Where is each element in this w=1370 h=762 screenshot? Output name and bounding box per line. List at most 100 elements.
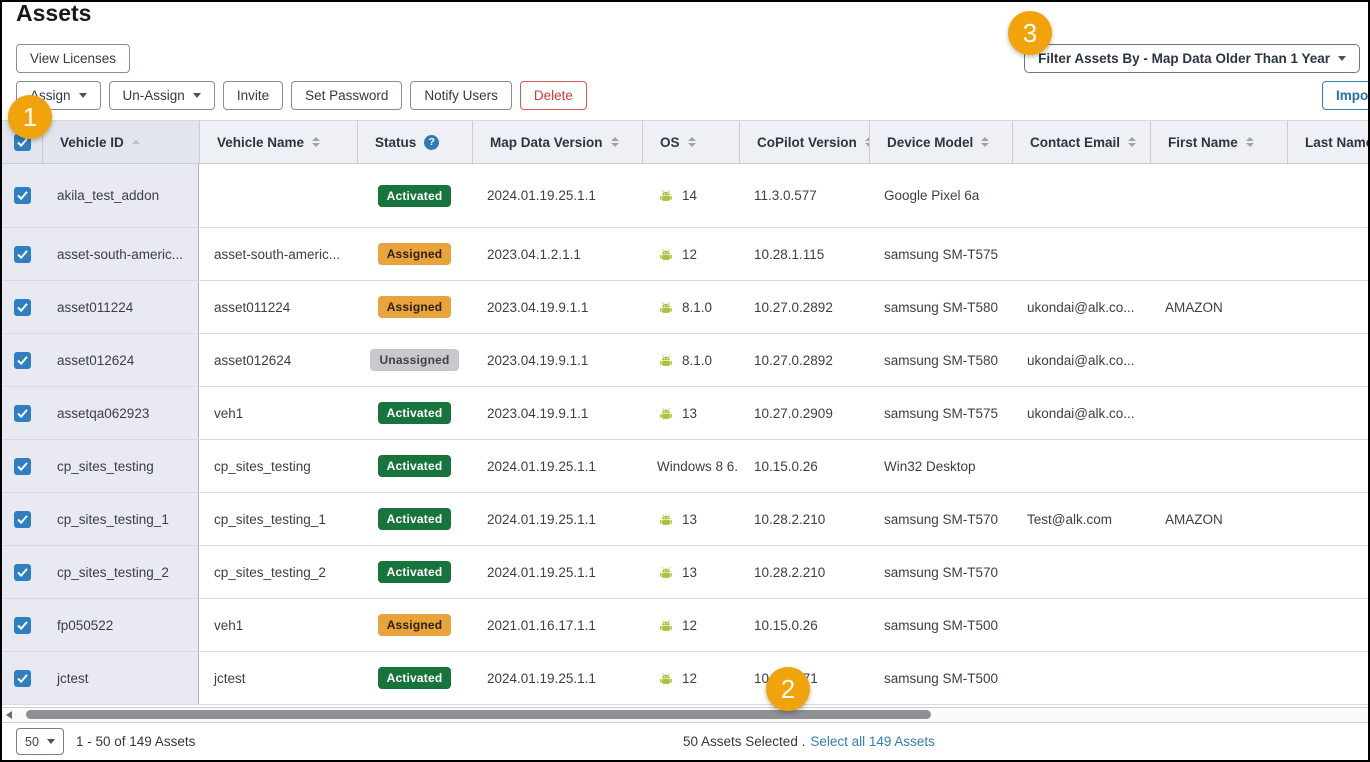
column-label: Contact Email — [1030, 135, 1120, 150]
column-header-device-model[interactable]: Device Model — [869, 121, 1012, 163]
first-name-value: AMAZON — [1165, 512, 1223, 527]
scrollbar-thumb[interactable] — [26, 710, 931, 719]
map-data-version-value: 2021.01.16.17.1.1 — [487, 618, 596, 633]
device-model-value: samsung SM-T500 — [884, 618, 998, 633]
copilot-version-cell: 10.15.0.26 — [739, 440, 869, 492]
android-icon — [657, 566, 675, 579]
view-licenses-button[interactable]: View Licenses — [16, 44, 130, 73]
column-header-last-name[interactable]: Last Name — [1287, 121, 1370, 163]
map-data-version-value: 2023.04.19.9.1.1 — [487, 406, 588, 421]
column-label: Device Model — [887, 135, 973, 150]
vehicle-id-cell: fp050522 — [42, 599, 199, 651]
column-header-copilot-version[interactable]: CoPilot Version — [739, 121, 869, 163]
map-data-version-value: 2023.04.19.9.1.1 — [487, 300, 588, 315]
map-data-version-value: 2023.04.19.9.1.1 — [487, 353, 588, 368]
vehicle-name-cell: veh1 — [199, 599, 357, 651]
invite-button[interactable]: Invite — [223, 81, 283, 110]
first-name-cell — [1150, 599, 1287, 651]
contact-email-value: ukondai@alk.co... — [1027, 406, 1135, 421]
status-cell: Activated — [357, 440, 472, 492]
table-row[interactable]: asset-south-americ... asset-south-americ… — [2, 228, 1368, 281]
map-data-version-cell: 2023.04.19.9.1.1 — [472, 281, 642, 333]
column-header-map-data-version[interactable]: Map Data Version — [472, 121, 642, 163]
copilot-version-cell: 10.28.2.210 — [739, 546, 869, 598]
column-header-vehicle-name[interactable]: Vehicle Name — [199, 121, 357, 163]
copilot-version-cell: 10.28.1.115 — [739, 228, 869, 280]
check-icon — [17, 674, 28, 683]
status-badge: Activated — [378, 185, 452, 207]
horizontal-scrollbar[interactable] — [2, 707, 1368, 723]
first-name-cell — [1150, 164, 1287, 227]
check-icon — [17, 250, 28, 259]
filter-assets-dropdown[interactable]: Filter Assets By - Map Data Older Than 1… — [1024, 44, 1360, 73]
last-name-cell — [1287, 652, 1370, 704]
status-badge: Activated — [378, 508, 452, 530]
set-password-button[interactable]: Set Password — [291, 81, 402, 110]
os-value: Windows 8 6. — [657, 459, 738, 474]
scroll-left-arrow-icon[interactable] — [6, 711, 12, 719]
os-cell: 13 — [642, 546, 739, 598]
row-checkbox[interactable] — [14, 246, 31, 263]
vehicle-name-value: asset012624 — [214, 353, 291, 368]
table-row[interactable]: fp050522 veh1 Assigned 2021.01.16.17.1.1 — [2, 599, 1368, 652]
row-checkbox[interactable] — [14, 299, 31, 316]
map-data-version-cell: 2023.04.19.9.1.1 — [472, 334, 642, 386]
table-body: akila_test_addon Activated 2024.01.19.25… — [2, 164, 1368, 705]
page-size-select[interactable]: 50 — [16, 728, 64, 755]
device-model-value: samsung SM-T500 — [884, 671, 998, 686]
copilot-version-value: 11.3.0.577 — [754, 188, 817, 203]
row-checkbox[interactable] — [14, 617, 31, 634]
device-model-value: samsung SM-T575 — [884, 406, 998, 421]
unassign-button-label: Un-Assign — [123, 88, 185, 103]
copilot-version-cell: 10.27.0.2909 — [739, 387, 869, 439]
vehicle-id-value: asset-south-americ... — [57, 247, 183, 262]
table-row[interactable]: cp_sites_testing cp_sites_testing Activa… — [2, 440, 1368, 493]
table-row[interactable]: asset011224 asset011224 Assigned 2023.04… — [2, 281, 1368, 334]
table-row[interactable]: assetqa062923 veh1 Activated 2023.04.19.… — [2, 387, 1368, 440]
column-header-status[interactable]: Status? — [357, 121, 472, 163]
vehicle-id-cell: akila_test_addon — [42, 164, 199, 227]
table-row[interactable]: jctest jctest Activated 2024.01.19.25.1.… — [2, 652, 1368, 705]
page-size-value: 50 — [25, 735, 39, 749]
vehicle-name-cell: asset-south-americ... — [199, 228, 357, 280]
contact-email-cell — [1012, 546, 1150, 598]
row-checkbox[interactable] — [14, 187, 31, 204]
column-header-first-name[interactable]: First Name — [1150, 121, 1287, 163]
row-checkbox[interactable] — [14, 352, 31, 369]
chevron-down-icon — [193, 93, 201, 98]
map-data-version-cell: 2023.04.19.9.1.1 — [472, 387, 642, 439]
page-title: Assets — [16, 0, 91, 27]
check-icon — [17, 303, 28, 312]
row-checkbox[interactable] — [14, 511, 31, 528]
device-model-value: samsung SM-T580 — [884, 353, 998, 368]
column-header-os[interactable]: OS — [642, 121, 739, 163]
table-row[interactable]: asset012624 asset012624 Unassigned 2023.… — [2, 334, 1368, 387]
notify-users-button[interactable]: Notify Users — [410, 81, 512, 110]
import-button[interactable]: Import — [1322, 81, 1370, 110]
status-help-icon[interactable]: ? — [424, 135, 439, 150]
row-checkbox-cell — [2, 493, 42, 545]
row-checkbox[interactable] — [14, 670, 31, 687]
last-name-cell — [1287, 281, 1370, 333]
status-cell: Assigned — [357, 228, 472, 280]
last-name-cell — [1287, 387, 1370, 439]
first-name-cell — [1150, 440, 1287, 492]
device-model-value: Win32 Desktop — [884, 459, 976, 474]
android-icon — [657, 619, 675, 632]
row-checkbox[interactable] — [14, 405, 31, 422]
column-header-contact-email[interactable]: Contact Email — [1012, 121, 1150, 163]
column-label: Map Data Version — [490, 135, 603, 150]
map-data-version-value: 2024.01.19.25.1.1 — [487, 565, 596, 580]
row-checkbox[interactable] — [14, 564, 31, 581]
device-model-cell: samsung SM-T570 — [869, 493, 1012, 545]
table-row[interactable]: cp_sites_testing_2 cp_sites_testing_2 Ac… — [2, 546, 1368, 599]
delete-button[interactable]: Delete — [520, 81, 587, 110]
row-checkbox[interactable] — [14, 458, 31, 475]
column-header-vehicle-id[interactable]: Vehicle ID — [42, 121, 199, 163]
copilot-version-value: 10.15.0.26 — [754, 618, 818, 633]
sort-icon — [1246, 137, 1254, 147]
table-row[interactable]: cp_sites_testing_1 cp_sites_testing_1 Ac… — [2, 493, 1368, 546]
select-all-assets-link[interactable]: Select all 149 Assets — [810, 734, 935, 749]
table-row[interactable]: akila_test_addon Activated 2024.01.19.25… — [2, 164, 1368, 228]
unassign-button[interactable]: Un-Assign — [109, 81, 215, 110]
